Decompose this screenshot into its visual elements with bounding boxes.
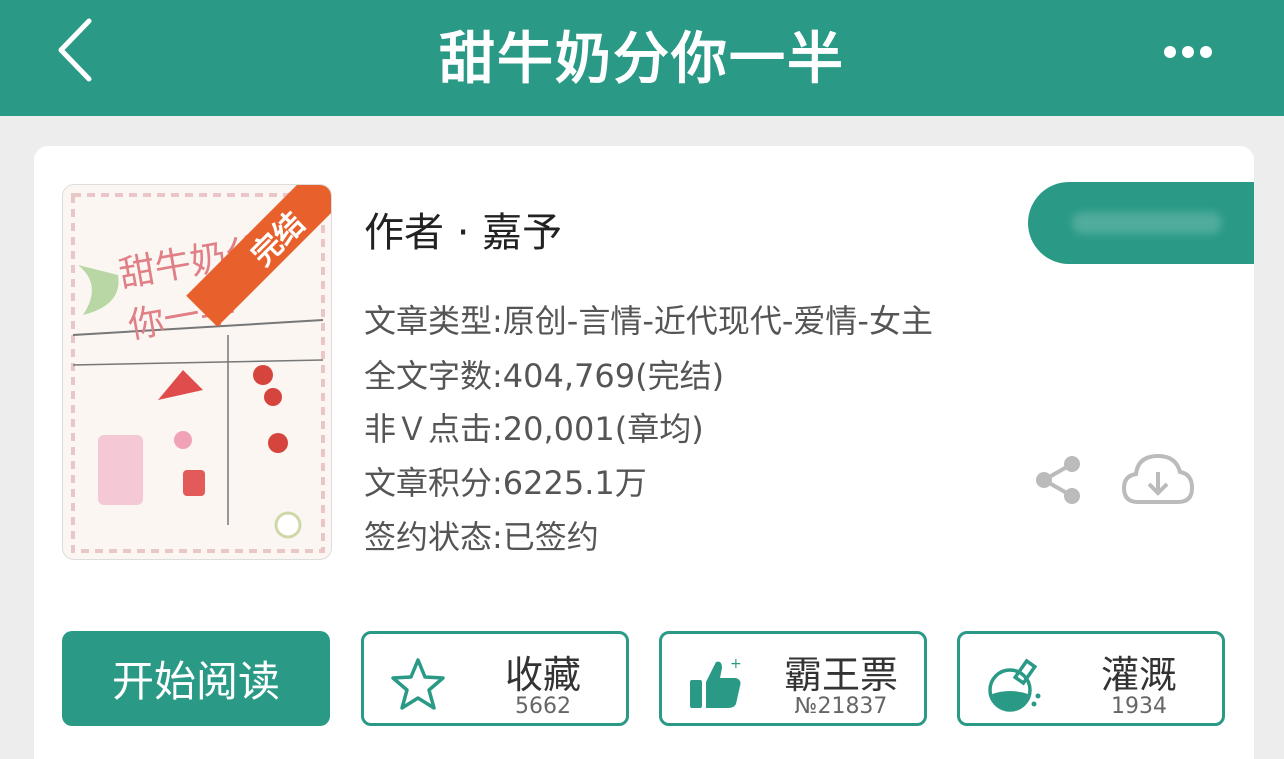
meta-score: 文章积分:6225.1万 (364, 464, 647, 502)
irrigate-label: 灌溉 (1100, 653, 1177, 697)
star-icon (391, 658, 445, 710)
favorite-button[interactable]: 收藏 5662 (361, 631, 629, 726)
thumbs-up-icon: + (690, 656, 742, 708)
cloud-download-icon[interactable] (1120, 448, 1196, 510)
meta-clicks: 非Ｖ点击:20,001(章均) (364, 410, 704, 448)
irrigate-count: 1934 (1111, 694, 1167, 719)
bawang-ticket-button[interactable]: + 霸王票 №21837 (659, 631, 927, 726)
top-bar: 甜牛奶分你一半 (0, 0, 1284, 116)
blurred-action-pill[interactable] (1028, 182, 1254, 264)
start-reading-button[interactable]: 开始阅读 (62, 631, 330, 726)
svg-text:+: + (730, 656, 742, 672)
watering-flask-icon (988, 658, 1041, 712)
share-icon[interactable] (1030, 452, 1086, 508)
bawang-ticket-count: №21837 (794, 694, 888, 719)
more-dots-icon (1164, 46, 1176, 58)
page-title: 甜牛奶分你一半 (439, 27, 845, 92)
bawang-ticket-label: 霸王票 (783, 653, 898, 697)
author-name[interactable]: 作者 · 嘉予 (364, 200, 562, 258)
favorite-label: 收藏 (504, 653, 581, 697)
meta-genre: 文章类型:原创-言情-近代现代-爱情-女主 (364, 302, 933, 340)
favorite-count: 5662 (515, 694, 571, 719)
book-detail-card: 甜牛奶分你一半 完结 作者 · 嘉予 文章类型:原创-言情-近代现代-爱情-女主… (34, 146, 1254, 759)
more-button[interactable] (1150, 30, 1226, 74)
irrigate-button[interactable]: 灌溉 1934 (957, 631, 1225, 726)
meta-contract: 签约状态:已签约 (364, 518, 599, 556)
meta-word-count: 全文字数:404,769(完结) (364, 357, 725, 395)
book-cover[interactable]: 甜牛奶分你一半 完结 (62, 184, 332, 560)
